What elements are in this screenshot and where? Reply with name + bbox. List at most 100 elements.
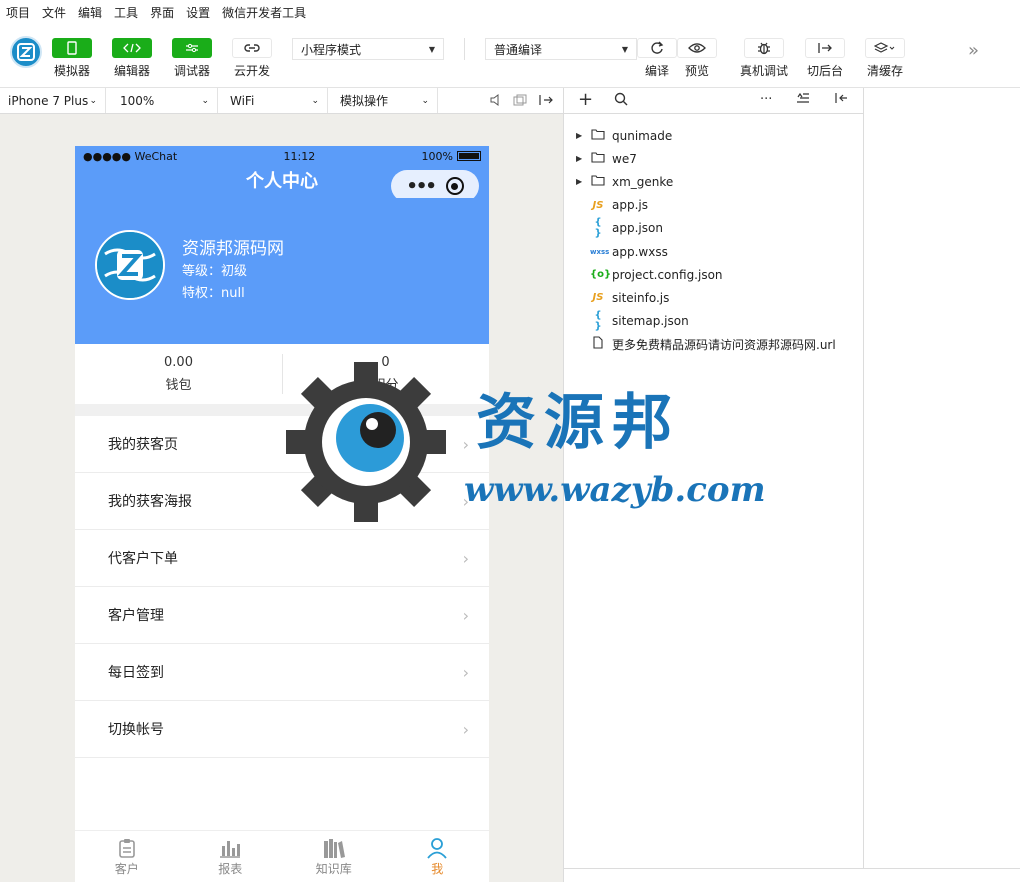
file-list: ▶ qunimade ▶ we7 ▶ xm_genke JS app.js { … xyxy=(564,114,863,356)
chevron-right-icon: › xyxy=(462,491,469,511)
refresh-icon xyxy=(637,38,677,58)
expand-arrow-icon[interactable]: ▶ xyxy=(576,154,582,163)
file-row-wxss[interactable]: wxss app.wxss xyxy=(564,240,863,263)
points-value: 0 xyxy=(381,355,390,370)
file-row-config[interactable]: {o} project.config.json xyxy=(564,263,863,286)
editor-toggle[interactable]: 编辑器 xyxy=(112,38,152,79)
simulate-action-value: 模拟操作 xyxy=(340,94,389,108)
file-row-folder[interactable]: ▶ qunimade xyxy=(564,124,863,147)
simulator-panel: ●●●●● WeChat 11:12 100% 个人中心 ••• 资源邦源码网 … xyxy=(0,114,564,882)
mode-select-value: 小程序模式 xyxy=(301,42,362,57)
mode-select[interactable]: 小程序模式 ▼ xyxy=(292,38,444,60)
folder-icon xyxy=(590,174,606,189)
exit-arrow-icon xyxy=(805,38,845,58)
profile-privilege: 特权：null xyxy=(182,286,245,301)
preview-button[interactable]: 预览 xyxy=(677,38,717,79)
explorer-toolbar: + ··· xyxy=(564,88,863,114)
compile-button[interactable]: 编译 xyxy=(637,38,677,79)
file-name: siteinfo.js xyxy=(612,290,670,305)
remote-debug-label: 真机调试 xyxy=(740,64,789,78)
menu-item-customer-management[interactable]: 客户管理 › xyxy=(75,587,489,644)
debugger-toggle[interactable]: 调试器 xyxy=(172,38,212,79)
menu-tools[interactable]: 工具 xyxy=(114,4,138,21)
points-stat[interactable]: 0 积分 xyxy=(282,344,489,404)
file-row-url[interactable]: 更多免费精品源码请访问资源邦源码网.url xyxy=(564,333,863,356)
zoom-select[interactable]: 100% ⌄ xyxy=(112,88,218,113)
clear-cache-button[interactable]: 清缓存 xyxy=(865,38,905,79)
chevron-down-icon: ⌄ xyxy=(89,95,97,106)
more-chevron-icon[interactable]: » xyxy=(968,40,979,61)
menu-item-switch-account[interactable]: 切换帐号 › xyxy=(75,701,489,758)
tab-knowledge-base[interactable]: 知识库 xyxy=(282,831,386,882)
menu-item-poster[interactable]: 我的获客海报 › xyxy=(75,473,489,530)
menu-item-label: 切换帐号 xyxy=(108,722,164,738)
file-row-js[interactable]: JS app.js xyxy=(564,194,863,217)
avatar[interactable] xyxy=(95,230,165,300)
volume-icon[interactable] xyxy=(490,94,500,109)
file-name: sitemap.json xyxy=(612,314,689,329)
phone-nav-bar: 个人中心 ••• xyxy=(75,166,489,202)
file-row-folder[interactable]: ▶ we7 xyxy=(564,147,863,170)
menu-bar: 项目 文件 编辑 工具 界面 设置 微信开发者工具 xyxy=(0,0,1020,24)
link-icon xyxy=(232,38,272,58)
expand-arrow-icon[interactable]: ▶ xyxy=(576,131,582,140)
menu-item-landing-page[interactable]: 我的获客页 › xyxy=(75,416,489,473)
menu-item-label: 代客户下单 xyxy=(108,551,178,567)
menu-file[interactable]: 文件 xyxy=(42,4,66,21)
expand-arrow-icon[interactable]: ▶ xyxy=(576,177,582,186)
device-select[interactable]: iPhone 7 Plus ⌄ xyxy=(0,88,106,113)
tab-reports[interactable]: 报表 xyxy=(179,831,283,882)
background-button[interactable]: 切后台 xyxy=(805,38,845,79)
phone-tab-bar: 客户 报表 知识库 我 xyxy=(75,830,489,882)
collapse-panel-icon[interactable] xyxy=(834,92,848,108)
file-row-js[interactable]: JS siteinfo.js xyxy=(564,286,863,309)
more-icon[interactable]: ··· xyxy=(760,92,772,107)
menu-devtools[interactable]: 微信开发者工具 xyxy=(222,4,306,21)
file-name: app.js xyxy=(612,198,648,213)
tab-label: 报表 xyxy=(218,862,243,876)
add-icon[interactable]: + xyxy=(578,89,593,110)
detach-icon[interactable] xyxy=(538,94,554,109)
chevron-down-icon: ⌄ xyxy=(311,95,319,106)
battery-icon xyxy=(456,151,481,161)
wallet-value: 0.00 xyxy=(164,355,193,370)
profile-header: 资源邦源码网 等级：初级 特权：null xyxy=(75,198,489,344)
menu-interface[interactable]: 界面 xyxy=(150,4,174,21)
chevron-right-icon: › xyxy=(462,719,469,739)
tab-label: 客户 xyxy=(114,862,139,876)
menu-settings[interactable]: 设置 xyxy=(186,4,210,21)
search-icon[interactable] xyxy=(614,92,628,110)
clear-cache-label: 清缓存 xyxy=(866,64,903,78)
menu-edit[interactable]: 编辑 xyxy=(78,4,102,21)
profile-name: 资源邦源码网 xyxy=(182,239,284,259)
compile-select[interactable]: 普通编译 ▼ xyxy=(485,38,637,60)
device-select-value: iPhone 7 Plus xyxy=(8,93,89,108)
menu-project[interactable]: 项目 xyxy=(6,4,30,21)
close-target-icon[interactable] xyxy=(445,177,464,195)
tab-me[interactable]: 我 xyxy=(386,831,490,882)
books-icon xyxy=(322,836,346,860)
tab-customers[interactable]: 客户 xyxy=(75,831,179,882)
wxss-file-icon: wxss xyxy=(590,247,610,256)
caret-down-icon: ▼ xyxy=(428,44,435,54)
folder-icon xyxy=(590,151,606,166)
compile-select-value: 普通编译 xyxy=(494,42,543,57)
file-row-folder[interactable]: ▶ xm_genke xyxy=(564,170,863,193)
cloud-dev-button[interactable]: 云开发 xyxy=(232,38,272,79)
remote-debug-button[interactable]: 真机调试 xyxy=(740,38,788,79)
menu-item-order-for-customer[interactable]: 代客户下单 › xyxy=(75,530,489,587)
debugger-label: 调试器 xyxy=(173,64,210,78)
sort-icon[interactable] xyxy=(796,92,810,108)
file-row-json[interactable]: { } app.json xyxy=(564,217,863,240)
file-row-json[interactable]: { } sitemap.json xyxy=(564,310,863,333)
simulator-toggle[interactable]: 模拟器 xyxy=(52,38,92,79)
simulate-action-select[interactable]: 模拟操作 ⌄ xyxy=(332,88,438,113)
wallet-stat[interactable]: 0.00 钱包 xyxy=(75,344,282,404)
network-select[interactable]: WiFi ⌄ xyxy=(222,88,328,113)
chevron-down-icon: ⌄ xyxy=(201,95,209,106)
battery-group: 100% xyxy=(422,150,481,163)
window-icon[interactable] xyxy=(513,94,527,109)
menu-item-daily-checkin[interactable]: 每日签到 › xyxy=(75,644,489,701)
stats-divider xyxy=(282,354,283,394)
more-dots-icon[interactable]: ••• xyxy=(406,176,436,197)
